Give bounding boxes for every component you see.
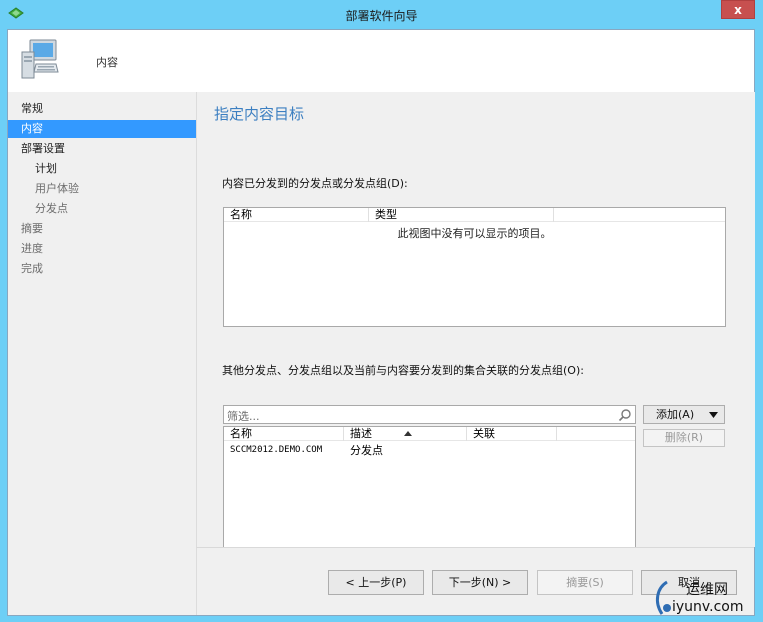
table-row[interactable]: SCCM2012.DEMO.COM 分发点	[224, 443, 635, 458]
filter-input[interactable]: 筛选...	[223, 405, 636, 424]
close-button[interactable]: x	[721, 0, 755, 19]
empty-view-message: 此视图中没有可以显示的项目。	[397, 227, 552, 240]
sidebar-item-deployment-settings[interactable]: 部署设置	[8, 140, 65, 158]
add-dropdown-button[interactable]: 添加(A)	[643, 405, 725, 424]
row-name: SCCM2012.DEMO.COM	[230, 445, 323, 455]
sidebar-item-user-experience[interactable]: 用户体验	[8, 180, 79, 198]
wizard-client-area: 内容 常规 内容 部署设置 计划 用户体验 分发点 摘要 进度 完成 指定内容目…	[7, 29, 755, 616]
sidebar-item-completion[interactable]: 完成	[8, 260, 43, 278]
delete-button[interactable]: 删除(R)	[643, 429, 725, 447]
wizard-window: 部署软件向导 x 内容 常规 内容 部署设置 计划 用户体验 分发点 摘要 进度…	[0, 0, 763, 622]
previous-button[interactable]: < 上一步(P)	[328, 570, 424, 595]
summary-button[interactable]: 摘要(S)	[537, 570, 633, 595]
sort-ascending-icon	[404, 431, 412, 436]
sidebar-item-content[interactable]: 内容	[8, 120, 196, 138]
add-button-label: 添加(A)	[656, 408, 695, 421]
chevron-down-icon	[709, 412, 718, 418]
sidebar-item-schedule[interactable]: 计划	[8, 160, 57, 178]
column-header-association[interactable]: 关联	[467, 427, 557, 441]
filter-placeholder: 筛选...	[227, 410, 260, 423]
wizard-sidebar: 常规 内容 部署设置 计划 用户体验 分发点 摘要 进度 完成	[8, 92, 196, 615]
column-header-type[interactable]: 类型	[369, 208, 554, 222]
watermark-text-primary: 运维网	[686, 582, 728, 598]
title-bar[interactable]: 部署软件向导 x	[0, 0, 763, 28]
search-icon[interactable]	[618, 408, 632, 422]
other-points-list[interactable]: 名称 描述 关联 SCCM2012.DEMO.COM 分发点	[223, 426, 636, 554]
window-title: 部署软件向导	[345, 9, 418, 23]
sidebar-item-progress[interactable]: 进度	[8, 240, 43, 258]
distributed-list-label: 内容已分发到的分发点或分发点组(D):	[222, 177, 408, 190]
column-header-name[interactable]: 名称	[224, 208, 369, 222]
sidebar-item-distribution-points[interactable]: 分发点	[8, 200, 68, 218]
wizard-content: 指定内容目标 内容已分发到的分发点或分发点组(D): 名称 类型 此视图中没有可…	[196, 92, 755, 554]
computer-icon	[21, 39, 59, 79]
row-description: 分发点	[350, 444, 383, 457]
other-points-label: 其他分发点、分发点组以及当前与内容要分发到的集合关联的分发点组(O):	[222, 364, 584, 377]
next-button[interactable]: 下一步(N) >	[432, 570, 528, 595]
sidebar-item-summary[interactable]: 摘要	[8, 220, 43, 238]
page-title: 指定内容目标	[214, 105, 305, 123]
distributed-points-list[interactable]: 名称 类型 此视图中没有可以显示的项目。	[223, 207, 726, 327]
header-label: 内容	[96, 56, 118, 69]
wizard-header: 内容	[8, 30, 754, 92]
watermark-text-secondary: iyunv.com	[672, 599, 744, 615]
sidebar-item-general[interactable]: 常规	[8, 100, 43, 118]
column-header-name[interactable]: 名称	[224, 427, 344, 441]
